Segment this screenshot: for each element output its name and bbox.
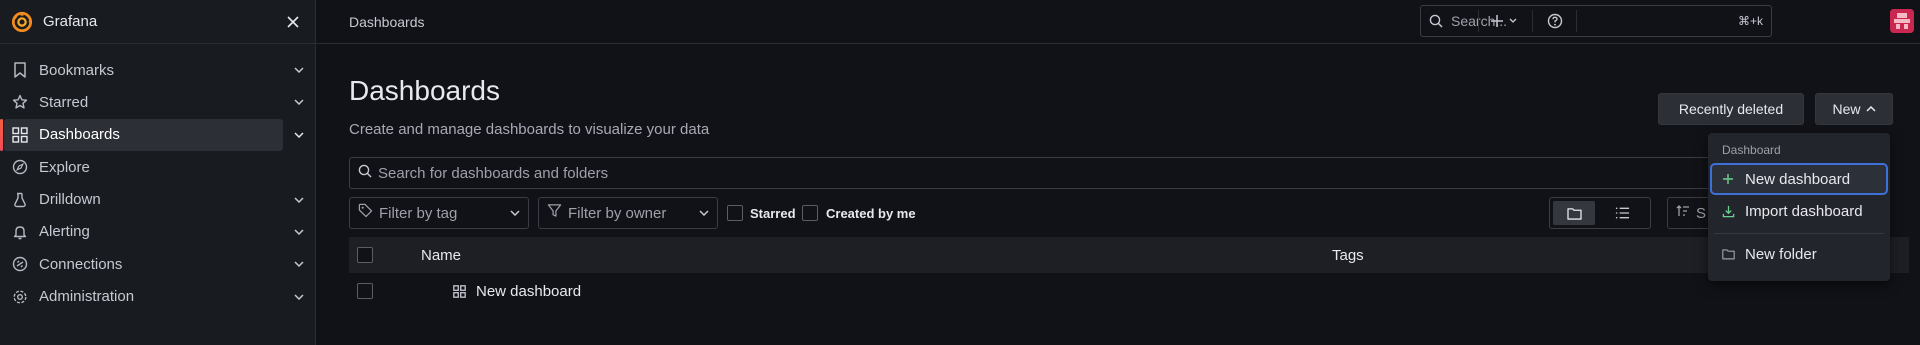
sidebar-item-label: Connections <box>39 255 123 273</box>
sidebar-item-label: Dashboards <box>39 126 120 144</box>
menu-divider <box>1714 233 1884 234</box>
sidebar-nav: Bookmarks Starred Dashboards Explore Dri… <box>0 44 315 313</box>
new-dropdown-menu: Dashboard New dashboard Import dashboard… <box>1708 133 1890 281</box>
sidebar-item-label: Explore <box>39 158 90 176</box>
filter-by-tag-placeholder: Filter by tag <box>379 204 458 222</box>
plus-icon <box>1722 172 1736 186</box>
filter-icon <box>547 203 562 223</box>
chevron-down-icon[interactable] <box>291 94 307 110</box>
starred-checkbox[interactable] <box>727 205 743 221</box>
column-header-tags: Tags <box>1332 246 1364 264</box>
add-button[interactable] <box>1488 10 1522 32</box>
table-row[interactable]: New dashboard <box>349 273 1909 309</box>
topbar: Dashboards Search... ⌘+k <box>316 0 1920 44</box>
chevron-down-icon[interactable] <box>291 62 307 78</box>
cog-icon <box>12 289 28 305</box>
sidebar-header: Grafana <box>0 0 315 44</box>
menu-item-new-folder[interactable]: New folder <box>1712 240 1886 268</box>
close-icon[interactable] <box>283 12 303 32</box>
list-view-button[interactable] <box>1601 201 1643 225</box>
recently-deleted-button[interactable]: Recently deleted <box>1658 93 1804 125</box>
sidebar-item-label: Bookmarks <box>39 61 115 79</box>
divider <box>1532 10 1533 32</box>
sidebar: Grafana Bookmarks Starred Dashboards Exp… <box>0 0 316 345</box>
sidebar-item-label: Administration <box>39 288 135 306</box>
chevron-down-icon[interactable] <box>291 192 307 208</box>
view-toggle <box>1549 197 1651 229</box>
created-by-me-checkbox[interactable] <box>802 205 818 221</box>
filter-by-owner-placeholder: Filter by owner <box>568 204 667 222</box>
new-button[interactable]: New <box>1815 93 1893 125</box>
folder-icon <box>1722 247 1736 261</box>
menu-item-label: New dashboard <box>1745 170 1851 188</box>
sidebar-item-alerting[interactable]: Alerting <box>0 216 304 248</box>
drilldown-icon <box>12 192 28 208</box>
breadcrumb[interactable]: Dashboards <box>349 14 425 30</box>
new-button-label: New <box>1832 101 1861 117</box>
chevron-down-icon[interactable] <box>291 289 307 305</box>
created-by-me-checkbox-label[interactable]: Created by me <box>826 206 916 221</box>
page-title: Dashboards <box>349 75 500 106</box>
apps-icon <box>453 284 467 298</box>
chevron-down-icon[interactable] <box>291 127 307 143</box>
chevron-down-icon <box>510 210 520 216</box>
column-header-name[interactable]: Name <box>421 247 461 264</box>
divider <box>1478 10 1479 32</box>
filter-by-owner-select[interactable]: Filter by owner <box>538 197 718 229</box>
sidebar-item-label: Drilldown <box>39 191 101 209</box>
dashboard-link[interactable]: New dashboard <box>476 283 581 300</box>
star-icon <box>12 94 28 110</box>
chevron-up-icon <box>1865 106 1876 112</box>
dashboard-search-input[interactable]: Search for dashboards and folders <box>349 157 1749 189</box>
sidebar-item-starred[interactable]: Starred <box>0 86 304 118</box>
menu-item-new-dashboard[interactable]: New dashboard <box>1710 163 1888 195</box>
menu-item-label: Import dashboard <box>1745 202 1863 220</box>
sidebar-item-label: Starred <box>39 93 89 111</box>
select-all-checkbox[interactable] <box>357 247 373 263</box>
import-icon <box>1722 204 1736 218</box>
connections-icon <box>12 256 28 272</box>
search-icon <box>358 164 372 183</box>
starred-checkbox-label[interactable]: Starred <box>750 206 796 221</box>
bell-icon <box>12 224 28 240</box>
sidebar-item-administration[interactable]: Administration <box>0 281 304 313</box>
filter-by-tag-select[interactable]: Filter by tag <box>349 197 529 229</box>
row-checkbox[interactable] <box>357 283 373 299</box>
search-shortcut: ⌘+k <box>1737 14 1763 28</box>
bookmark-icon <box>12 62 28 78</box>
search-icon <box>1429 13 1445 29</box>
sort-icon <box>1676 204 1690 222</box>
dashboard-search-placeholder: Search for dashboards and folders <box>378 164 609 182</box>
sidebar-item-explore[interactable]: Explore <box>0 151 283 183</box>
folder-view-button[interactable] <box>1553 201 1595 225</box>
chevron-down-icon[interactable] <box>291 224 307 240</box>
tag-icon <box>358 203 373 223</box>
help-icon[interactable] <box>1544 10 1566 32</box>
menu-section-header: Dashboard <box>1722 143 1781 157</box>
apps-icon <box>12 127 28 143</box>
avatar[interactable] <box>1890 9 1914 33</box>
sort-placeholder: S <box>1696 204 1707 222</box>
table-header: Name Tags <box>349 237 1909 273</box>
search-input[interactable]: Search... ⌘+k <box>1420 5 1772 37</box>
grafana-logo-icon[interactable] <box>10 10 34 34</box>
sidebar-item-connections[interactable]: Connections <box>0 248 304 280</box>
grafana-app: Grafana Bookmarks Starred Dashboards Exp… <box>0 0 1920 345</box>
sidebar-item-bookmarks[interactable]: Bookmarks <box>0 54 304 86</box>
sidebar-item-dashboards[interactable]: Dashboards <box>0 118 304 151</box>
sidebar-item-label: Alerting <box>39 223 90 241</box>
menu-item-label: New folder <box>1745 245 1817 263</box>
menu-item-import-dashboard[interactable]: Import dashboard <box>1712 197 1886 225</box>
chevron-down-icon <box>699 210 709 216</box>
sidebar-item-drilldown[interactable]: Drilldown <box>0 184 304 216</box>
page-subtitle: Create and manage dashboards to visualiz… <box>349 121 710 138</box>
main-content: Dashboards Create and manage dashboards … <box>316 45 1920 345</box>
compass-icon <box>12 159 28 175</box>
brand-name: Grafana <box>43 13 98 30</box>
divider <box>1576 10 1577 32</box>
chevron-down-icon[interactable] <box>291 256 307 272</box>
